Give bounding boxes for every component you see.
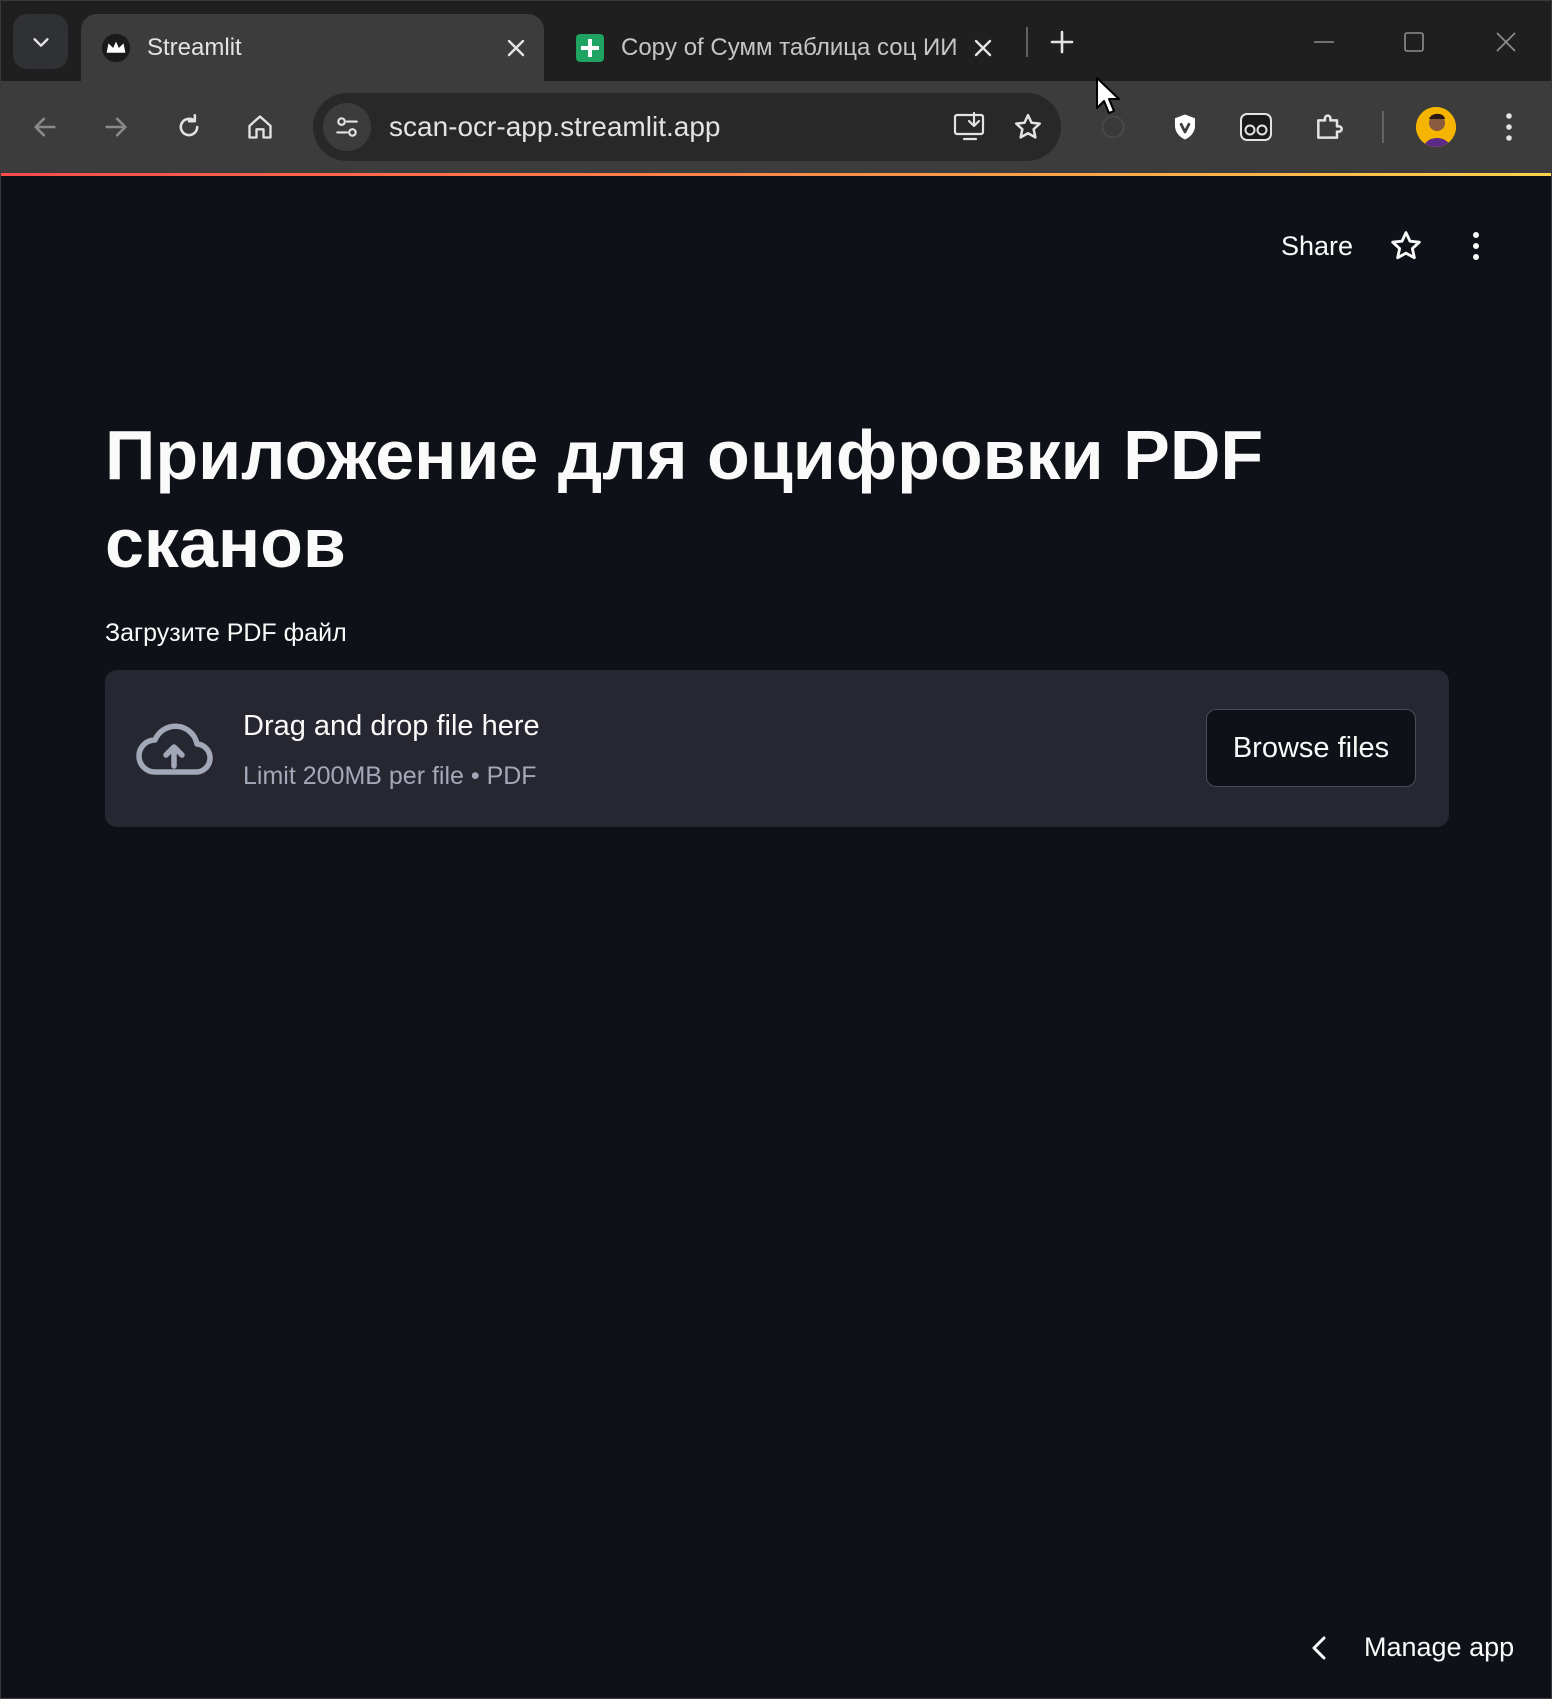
address-bar[interactable]: scan-ocr-app.streamlit.app [313, 93, 1061, 161]
maximize-icon [1404, 32, 1424, 52]
minimize-icon [1314, 41, 1334, 43]
puzzle-piece-icon [1317, 114, 1343, 139]
home-button[interactable] [236, 103, 284, 151]
page-title: Приложение для оцифровки PDF сканов [105, 416, 1264, 582]
shield-icon [1175, 114, 1195, 140]
tab-close-button[interactable] [963, 28, 1003, 68]
site-settings-button[interactable] [323, 103, 371, 151]
dropzone-limits: Limit 200MB per file • PDF [243, 762, 537, 790]
profile-avatar[interactable] [1416, 107, 1456, 147]
kebab-menu-icon [1473, 232, 1479, 260]
file-dropzone[interactable]: Drag and drop file here Limit 200MB per … [105, 670, 1449, 827]
star-outline-icon [1391, 231, 1421, 260]
google-sheets-icon [573, 31, 607, 65]
tab-title: Copy of Сумм таблица соц ИИ [621, 33, 958, 61]
bookmark-star-button[interactable] [1003, 102, 1053, 152]
browser-menu-button[interactable] [1485, 103, 1533, 151]
forward-button[interactable] [92, 103, 140, 151]
glasses-icon [1240, 113, 1272, 141]
share-button[interactable]: Share [1281, 231, 1353, 262]
maximize-button[interactable] [1391, 19, 1437, 65]
manage-app-button[interactable]: Manage app [1304, 1632, 1514, 1663]
kebab-menu-icon [1506, 113, 1512, 141]
chevron-left-icon [1304, 1633, 1334, 1663]
avatar-image-icon [1416, 107, 1456, 147]
new-tab-button[interactable] [1041, 21, 1083, 63]
streamlit-crown-icon [99, 31, 133, 65]
tab-streamlit[interactable]: Streamlit [81, 14, 544, 81]
mouse-cursor-icon [1096, 77, 1120, 114]
tab-separator [1026, 27, 1028, 57]
dropzone-instruction: Drag and drop file here [243, 710, 540, 742]
star-outline-icon [1015, 113, 1041, 139]
extensions-button[interactable] [1305, 103, 1353, 151]
close-icon [507, 39, 525, 56]
install-desktop-icon [953, 111, 985, 141]
install-app-button[interactable] [945, 102, 995, 152]
toolbar-separator [1382, 111, 1384, 143]
tab-search-button[interactable] [13, 14, 68, 69]
close-window-button[interactable] [1483, 19, 1529, 65]
manage-app-label: Manage app [1364, 1632, 1515, 1662]
home-icon [248, 115, 272, 139]
streamlit-app-page: Share Приложение для оцифровки PDF скано… [1, 176, 1551, 1698]
tab-google-sheets[interactable]: Copy of Сумм таблица соц ИИ [561, 14, 1011, 81]
extension-globe-icon [1101, 115, 1125, 139]
uploader-label: Загрузите PDF файл [105, 619, 347, 647]
cloud-upload-icon [136, 723, 213, 775]
plus-icon [1050, 30, 1074, 54]
tab-close-button[interactable] [496, 28, 536, 68]
browser-window: Streamlit Copy of Сумм таблица соц ИИ sc… [0, 0, 1552, 1699]
minimize-button[interactable] [1301, 19, 1347, 65]
tab-title: Streamlit [147, 33, 242, 61]
tune-icon [336, 117, 358, 137]
app-menu-button[interactable] [1456, 226, 1496, 266]
back-button[interactable] [21, 103, 69, 151]
browser-toolbar: scan-ocr-app.streamlit.app [1, 81, 1551, 176]
browse-files-button[interactable]: Browse files [1206, 709, 1416, 787]
tab-strip: Streamlit Copy of Сумм таблица соц ИИ [1, 1, 1551, 81]
arrow-right-icon [105, 117, 127, 137]
url-text[interactable]: scan-ocr-app.streamlit.app [389, 111, 945, 143]
close-icon [974, 39, 992, 56]
reload-icon [179, 114, 199, 137]
close-icon [1496, 32, 1516, 52]
extension-shield-button[interactable] [1161, 103, 1209, 151]
arrow-left-icon [34, 117, 56, 137]
chevron-down-icon [32, 37, 49, 47]
favorite-app-button[interactable] [1386, 226, 1426, 266]
extension-glasses-button[interactable] [1232, 103, 1280, 151]
reload-button[interactable] [165, 103, 213, 151]
